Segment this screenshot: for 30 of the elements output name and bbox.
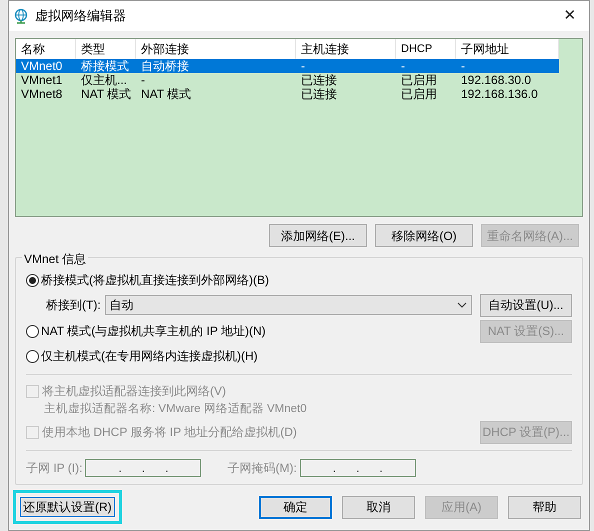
field-label: 子网 IP (I): <box>26 460 82 477</box>
radio-button[interactable] <box>26 274 39 286</box>
dialog-button[interactable]: 取消 <box>342 496 415 518</box>
adapter-name-text: 主机虚拟适配器名称: VMware 网络适配器 VMnet0 <box>43 401 308 417</box>
table-row[interactable]: VMnet1 仅主机... - 已连接 已启用 192.168.30.0 <box>16 73 559 87</box>
field-label: 子网掩码(M): <box>227 460 297 477</box>
table-row[interactable]: VMnet0 桥接模式 自动桥接 - - - <box>16 59 559 73</box>
dialog-button[interactable]: 确定 <box>259 496 332 518</box>
ip-address-field[interactable]: . . . <box>300 459 416 477</box>
radio-button[interactable] <box>26 324 39 338</box>
dialog-button[interactable]: 自动设置(U)... <box>480 294 572 316</box>
bridge-dropdown[interactable]: 自动 <box>104 295 472 315</box>
field-label: 桥接到(T): <box>46 297 101 314</box>
radio-button[interactable] <box>26 350 39 362</box>
table-row[interactable]: VMnet8 NAT 模式 NAT 模式 已连接 已启用 192.168.136.0 <box>16 87 559 101</box>
radio-label: 仅主机模式(在专用网络内连接虚拟机)(H) <box>41 348 258 365</box>
dialog-button[interactable]: 帮助 <box>508 496 581 518</box>
checkbox-label: 将主机虚拟适配器连接到此网络(V) <box>42 383 226 400</box>
globe-icon <box>13 8 29 24</box>
dialog-button[interactable]: 移除网络(O) <box>375 224 473 247</box>
window-title: 虚拟网络编辑器 <box>35 7 126 26</box>
group-title: VMnet 信息 <box>22 250 88 268</box>
caret-icon <box>457 302 467 308</box>
restore-defaults-button[interactable]: 还原默认设置(R) <box>20 497 115 517</box>
ip-address-field[interactable]: . . . <box>85 459 202 477</box>
radio-label: NAT 模式(与虚拟机共享主机的 IP 地址)(N) <box>41 323 266 340</box>
dialog-button[interactable]: 添加网络(E)... <box>269 224 367 247</box>
checkbox-label: 使用本地 DHCP 服务将 IP 地址分配给虚拟机(D) <box>42 424 297 441</box>
close-button[interactable]: ✕ <box>555 3 585 29</box>
radio-label: 桥接模式(将虚拟机直接连接到外部网络)(B) <box>41 272 269 289</box>
